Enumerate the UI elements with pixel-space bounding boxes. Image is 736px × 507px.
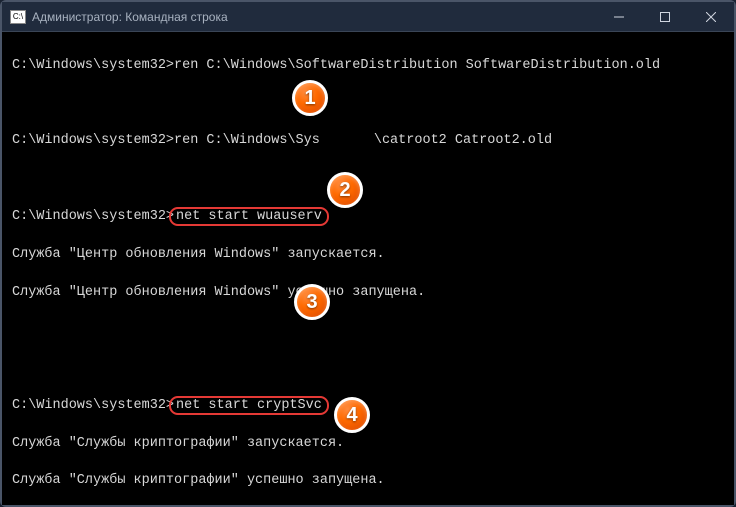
step-badge-2: 2 xyxy=(327,172,363,208)
output-line: Служба "Центр обновления Windows" запуск… xyxy=(12,246,724,265)
prompt: C:\Windows\system32> xyxy=(12,58,174,73)
maximize-button[interactable] xyxy=(642,2,688,32)
prompt: C:\Windows\system32> xyxy=(12,209,174,224)
terminal-output[interactable]: C:\Windows\system32>ren C:\Windows\Softw… xyxy=(2,32,734,505)
highlighted-command: net start wuauserv xyxy=(169,207,329,226)
command-text: \catroot2 Catroot2.old xyxy=(374,133,552,148)
step-badge-1: 1 xyxy=(292,80,328,116)
prompt: C:\Windows\system32> xyxy=(12,398,174,413)
command-text: ren C:\Windows\SoftwareDistribution Soft… xyxy=(174,58,660,73)
close-button[interactable] xyxy=(688,2,734,32)
output-line: Служба "Службы криптографии" успешно зап… xyxy=(12,472,724,491)
prompt: C:\Windows\system32> xyxy=(12,133,174,148)
minimize-button[interactable] xyxy=(596,2,642,32)
output-line: Служба "Службы криптографии" запускается… xyxy=(12,435,724,454)
window-title: Администратор: Командная строка xyxy=(32,10,596,24)
step-badge-4: 4 xyxy=(334,397,370,433)
cmd-icon: C:\ xyxy=(10,10,26,24)
titlebar: C:\ Администратор: Командная строка xyxy=(2,2,734,32)
step-badge-3: 3 xyxy=(294,284,330,320)
output-line: Служба "Центр обновления Windows" успешн… xyxy=(12,284,724,303)
command-text: ren C:\Windows\Sys xyxy=(174,133,320,148)
highlighted-command: net start cryptSvc xyxy=(169,396,329,415)
